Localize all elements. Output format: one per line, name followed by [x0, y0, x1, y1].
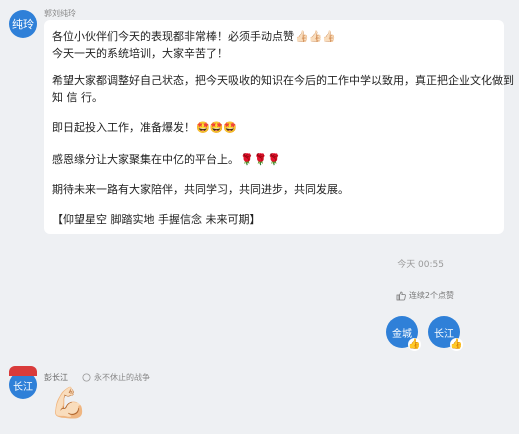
message-line: 各位小伙伴们今天的表现都非常棒！必须手动点赞👍🏻👍🏻👍🏻 [52, 30, 337, 43]
avatar[interactable]: 长江 [9, 366, 37, 399]
message-line: 今天一天的系统培训，大家辛苦了！ [52, 47, 228, 60]
likes-summary[interactable]: 连续2个点赞 [396, 290, 454, 301]
thumbs-up-icon [396, 291, 406, 300]
star-struck-emoji: 🤩🤩🤩 [196, 121, 238, 134]
chat-bubble-icon [82, 373, 91, 382]
message-time: 今天 00:55 [397, 260, 444, 270]
message-line: 即日起投入工作，准备爆发！🤩🤩🤩 [52, 121, 238, 134]
avatar-label: 长江 [434, 328, 454, 340]
likes-text: 连续2个点赞 [408, 291, 454, 300]
message-line: 感恩缘分让大家聚集在中亿的平台上。🌹🌹🌹 [52, 153, 282, 166]
message-line: 知 信 行。 [52, 91, 103, 104]
avatar-label: 纯玲 [12, 18, 34, 31]
sender-name: 彭长江 [44, 373, 68, 382]
liker-avatar[interactable]: 长江 👍 [428, 316, 463, 351]
rose-emoji: 🌹🌹🌹 [240, 153, 282, 166]
message-bubble[interactable]: 各位小伙伴们今天的表现都非常棒！必须手动点赞👍🏻👍🏻👍🏻 今天一天的系统培训，大… [44, 20, 514, 234]
liker-avatar[interactable]: 金城 👍 [386, 316, 421, 351]
thumbs-up-emoji: 👍🏻👍🏻👍🏻 [295, 30, 337, 43]
message-line: 【仰望星空 脚踏实地 手握信念 未来可期】 [52, 213, 261, 226]
ribbon-decoration [9, 366, 37, 376]
thumbs-up-icon: 👍 [450, 338, 463, 351]
thumbs-up-icon: 👍 [408, 338, 421, 351]
message-line: 希望大家都调整好自己状态，把今天吸收的知识在今后的工作中学以致用，真正把企业文化… [52, 74, 514, 87]
sender-row: 彭长江 永不休止的战争 [44, 372, 150, 383]
avatar[interactable]: 纯玲 [9, 10, 37, 38]
avatar-label: 金城 [392, 328, 412, 340]
message-line: 期待未来一路有大家陪伴，共同学习，共同进步，共同发展。 [52, 183, 349, 196]
sender-name: 郭刘纯玲 [44, 9, 76, 18]
signature: 永不休止的战争 [82, 372, 150, 383]
flexed-biceps-emoji[interactable]: 💪🏻 [50, 386, 87, 421]
avatar-label: 长江 [13, 381, 33, 393]
